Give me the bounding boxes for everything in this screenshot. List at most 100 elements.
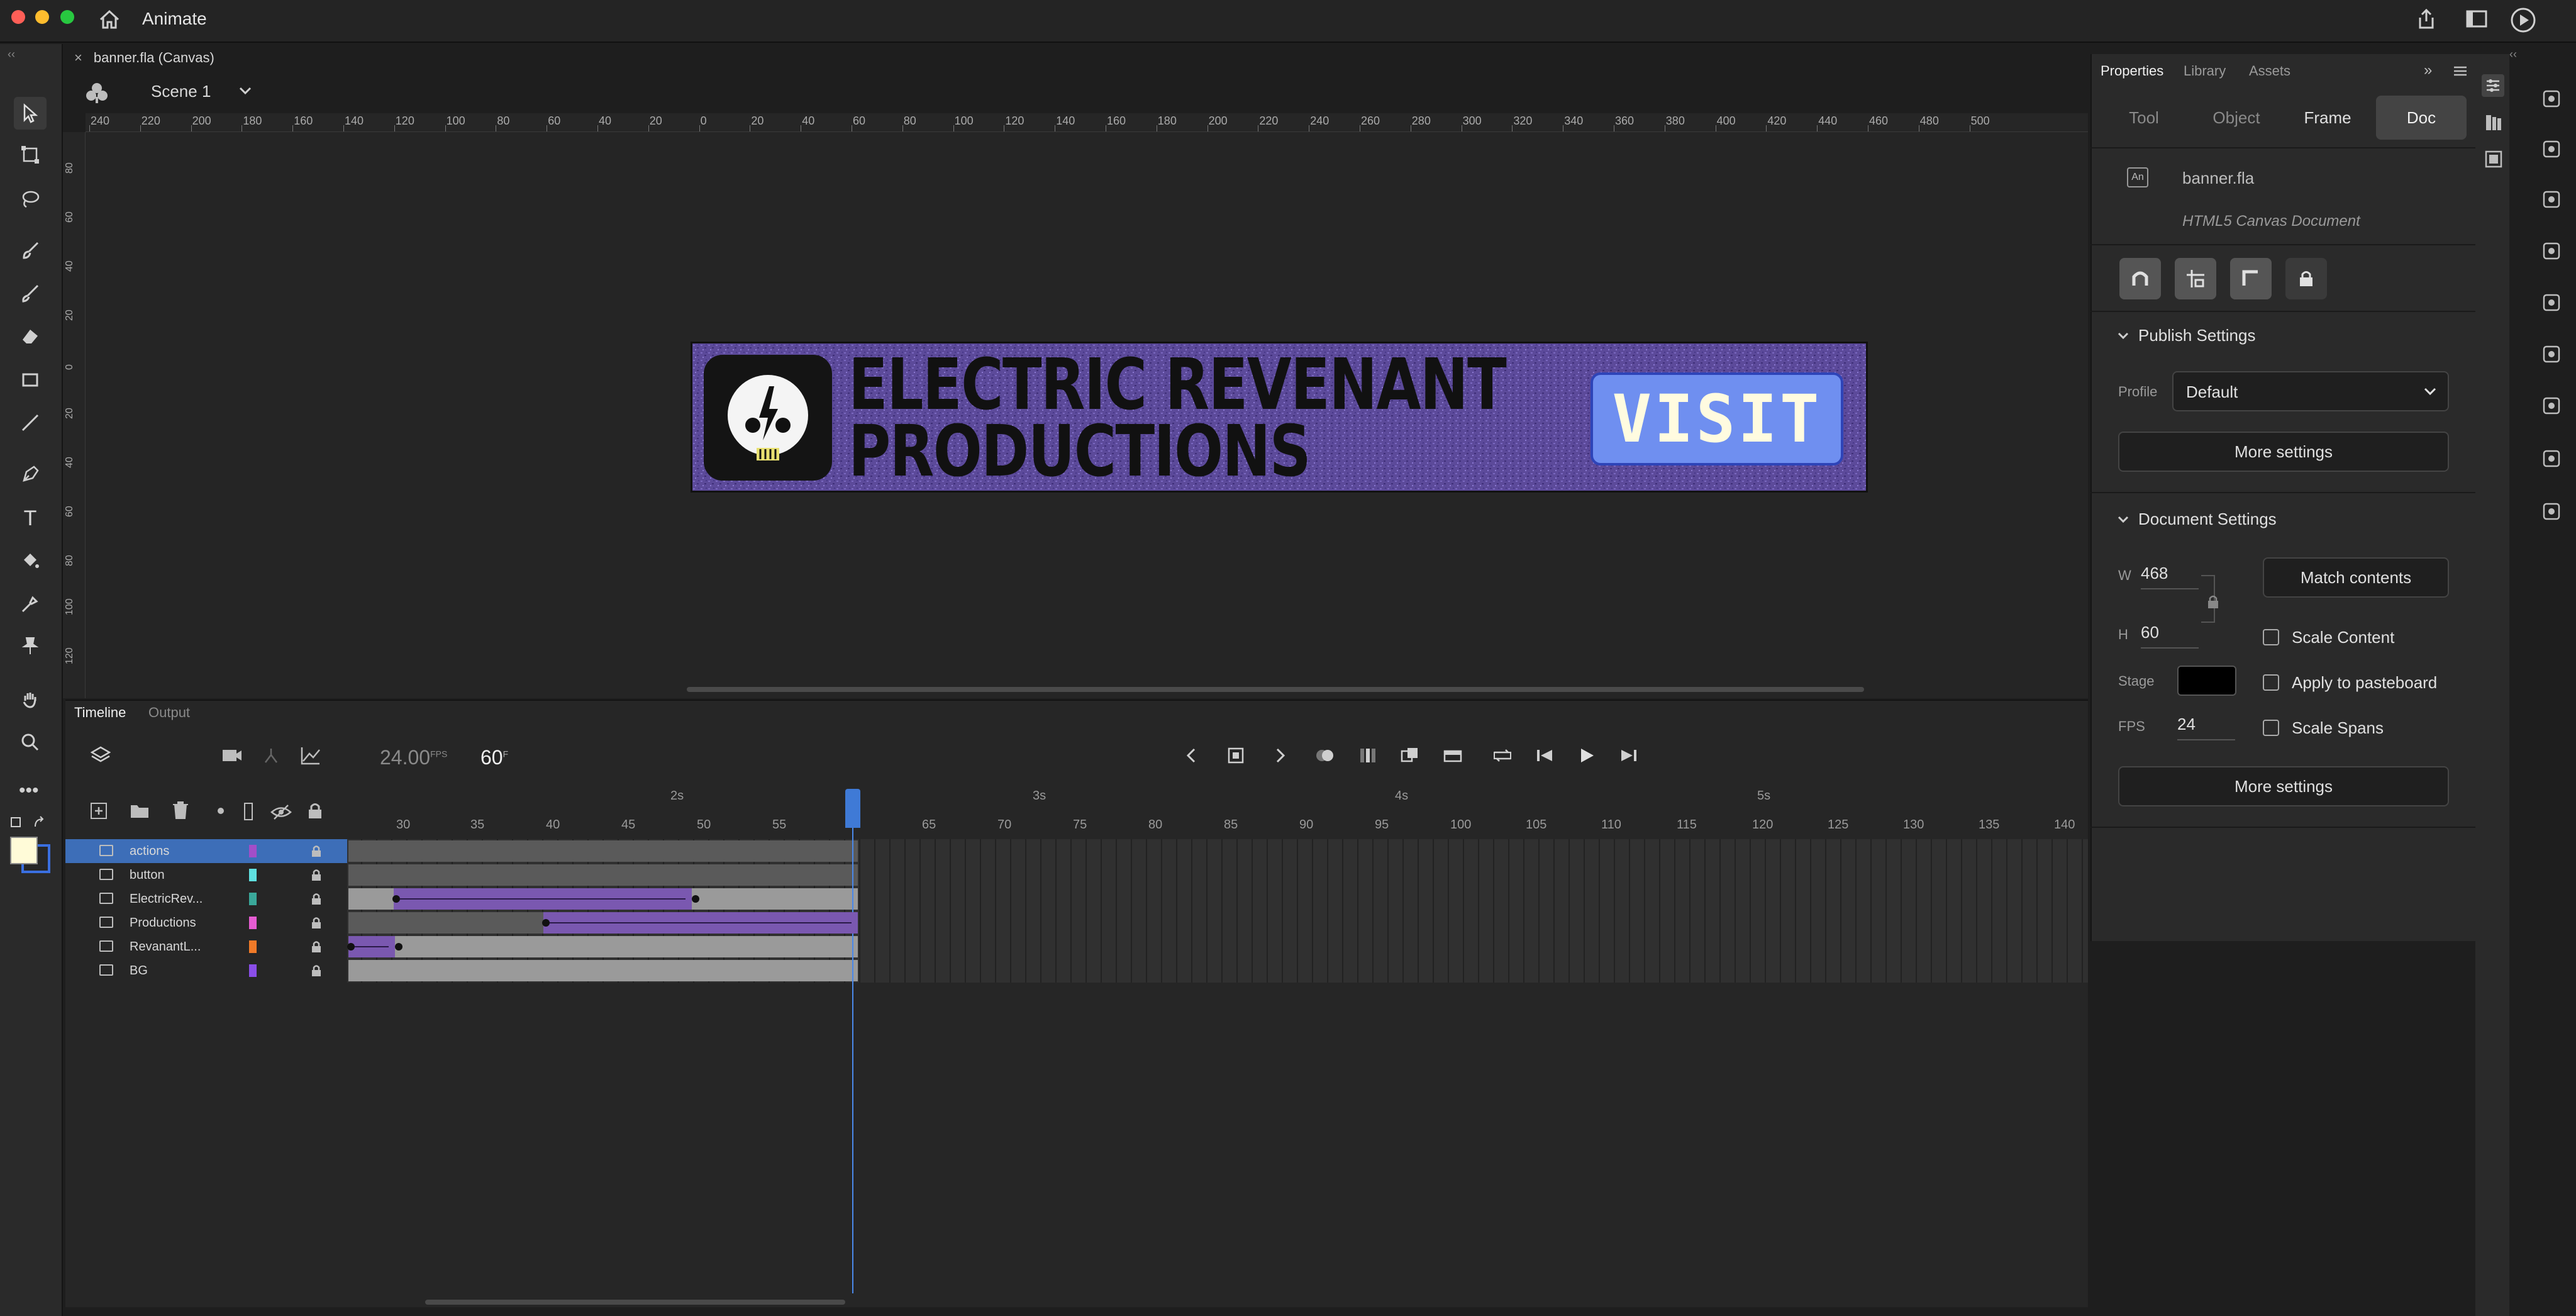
- rail-panel-icon[interactable]: [2541, 395, 2562, 416]
- pen-tool-icon[interactable]: [14, 458, 47, 491]
- onion-skin-icon[interactable]: [1314, 746, 1336, 765]
- layer-row[interactable]: ElectricRev...: [65, 887, 347, 911]
- rail-panel-icon[interactable]: [2541, 88, 2562, 109]
- camera-icon[interactable]: [221, 747, 243, 764]
- expand-panel-icon[interactable]: »: [2424, 62, 2432, 79]
- fps-field[interactable]: 24: [2177, 715, 2235, 740]
- motion-tween[interactable]: [347, 936, 395, 957]
- snap-to-objects-icon[interactable]: [2119, 258, 2161, 299]
- apply-to-pasteboard-checkbox[interactable]: [2263, 674, 2279, 691]
- banner-title-line2[interactable]: PRODUCTIONS: [848, 416, 1311, 487]
- delete-layer-icon[interactable]: [171, 800, 190, 820]
- close-window-button[interactable]: [11, 10, 25, 24]
- playhead-handle[interactable]: [845, 789, 860, 828]
- collapse-rail-icon[interactable]: ‹‹: [2509, 48, 2517, 61]
- profile-dropdown[interactable]: Default: [2172, 371, 2449, 411]
- fill-color-swatch[interactable]: [10, 837, 38, 864]
- test-movie-play-icon[interactable]: [2509, 6, 2537, 34]
- frame-row[interactable]: [347, 959, 2088, 983]
- tab-timeline[interactable]: Timeline: [74, 705, 126, 721]
- step-back-icon[interactable]: [1535, 746, 1555, 765]
- next-keyframe-icon[interactable]: [1270, 746, 1289, 765]
- lock-guides-icon[interactable]: [2285, 258, 2327, 299]
- layer-color-swatch[interactable]: [249, 869, 257, 881]
- layer-color-swatch[interactable]: [249, 940, 257, 953]
- width-field[interactable]: 468: [2141, 564, 2199, 589]
- minimize-window-button[interactable]: [35, 10, 49, 24]
- mode-tool[interactable]: Tool: [2103, 96, 2185, 140]
- rail-panel-icon[interactable]: [2541, 189, 2562, 210]
- scale-spans-checkbox[interactable]: [2263, 720, 2279, 736]
- motion-tween[interactable]: [392, 888, 692, 910]
- lock-icon[interactable]: [311, 916, 322, 930]
- banner-stage[interactable]: ELECTRIC REVENANT PRODUCTIONS VISIT: [691, 342, 1868, 493]
- tab-properties[interactable]: Properties: [2101, 63, 2163, 79]
- lock-icon[interactable]: [311, 940, 322, 954]
- text-tool-icon[interactable]: T: [14, 502, 47, 535]
- maximize-window-button[interactable]: [60, 10, 74, 24]
- assets-panel-icon[interactable]: [2484, 150, 2503, 169]
- properties-panel-icon[interactable]: [2482, 74, 2504, 97]
- document-tab[interactable]: × banner.fla (Canvas): [65, 45, 214, 70]
- collapse-tools-icon[interactable]: ‹‹: [8, 48, 15, 61]
- paint-brush-tool-icon[interactable]: [14, 234, 47, 267]
- stage-horizontal-scrollbar[interactable]: [687, 687, 1864, 692]
- layer-row[interactable]: actions: [65, 839, 347, 863]
- scale-content-checkbox[interactable]: [2263, 629, 2279, 645]
- layer-parenting-icon[interactable]: [262, 746, 280, 765]
- rail-panel-icon[interactable]: [2541, 292, 2562, 313]
- hand-tool-icon[interactable]: [14, 683, 47, 716]
- play-icon[interactable]: [1577, 746, 1596, 765]
- insert-keyframe-icon[interactable]: [1226, 746, 1245, 765]
- match-contents-button[interactable]: Match contents: [2263, 557, 2449, 598]
- selection-tool-icon[interactable]: [14, 97, 47, 130]
- snap-to-guides-icon[interactable]: [2175, 258, 2216, 299]
- center-frame-icon[interactable]: [1400, 746, 1420, 765]
- tab-output[interactable]: Output: [148, 705, 190, 721]
- rail-panel-icon[interactable]: [2541, 448, 2562, 469]
- highlight-layer-icon[interactable]: [218, 808, 224, 814]
- layer-color-swatch[interactable]: [249, 964, 257, 977]
- mode-frame[interactable]: Frame: [2287, 96, 2368, 140]
- rectangle-tool-icon[interactable]: [14, 364, 47, 396]
- mode-object[interactable]: Object: [2192, 96, 2280, 140]
- new-layer-icon[interactable]: [89, 801, 108, 820]
- layers-icon[interactable]: [91, 745, 111, 765]
- insert-frame-icon[interactable]: [1443, 747, 1463, 765]
- mode-doc[interactable]: Doc: [2376, 96, 2467, 140]
- frame-row[interactable]: [347, 839, 2088, 863]
- publish-more-settings-button[interactable]: More settings: [2118, 432, 2449, 472]
- eyedropper-tool-icon[interactable]: [14, 588, 47, 620]
- pin-tool-icon[interactable]: [14, 629, 47, 662]
- publish-settings-header[interactable]: Publish Settings: [2117, 326, 2255, 345]
- chevron-down-icon[interactable]: [238, 84, 253, 97]
- hide-layers-icon[interactable]: [270, 804, 292, 820]
- zoom-tool-icon[interactable]: [14, 726, 47, 759]
- timeline-horizontal-scrollbar[interactable]: [425, 1300, 845, 1305]
- fps-readout[interactable]: 24.00FPS: [380, 746, 447, 769]
- rail-panel-icon[interactable]: [2541, 240, 2562, 262]
- tab-assets[interactable]: Assets: [2249, 63, 2290, 79]
- lock-icon[interactable]: [311, 844, 322, 858]
- rail-panel-icon[interactable]: [2541, 501, 2562, 522]
- swap-colors-icon[interactable]: [10, 815, 48, 830]
- layer-color-swatch[interactable]: [249, 893, 257, 905]
- frame-row[interactable]: [347, 935, 2088, 959]
- graph-icon[interactable]: [301, 746, 321, 765]
- height-field[interactable]: 60: [2141, 623, 2199, 649]
- panel-menu-icon[interactable]: [2453, 65, 2468, 77]
- loop-icon[interactable]: [1492, 746, 1513, 765]
- lock-aspect-icon[interactable]: [2206, 594, 2220, 610]
- layer-color-swatch[interactable]: [249, 845, 257, 857]
- free-transform-tool-icon[interactable]: [14, 138, 47, 171]
- home-icon[interactable]: [98, 9, 121, 30]
- layer-row[interactable]: BG: [65, 959, 347, 983]
- lock-icon[interactable]: [311, 892, 322, 906]
- library-panel-icon[interactable]: [2484, 113, 2503, 132]
- panel-layout-icon[interactable]: [2465, 9, 2488, 29]
- frame-row[interactable]: [347, 863, 2088, 887]
- visit-button[interactable]: VISIT: [1591, 372, 1843, 466]
- document-more-settings-button[interactable]: More settings: [2118, 766, 2449, 806]
- layer-row[interactable]: Productions: [65, 911, 347, 935]
- eraser-tool-icon[interactable]: [14, 320, 47, 352]
